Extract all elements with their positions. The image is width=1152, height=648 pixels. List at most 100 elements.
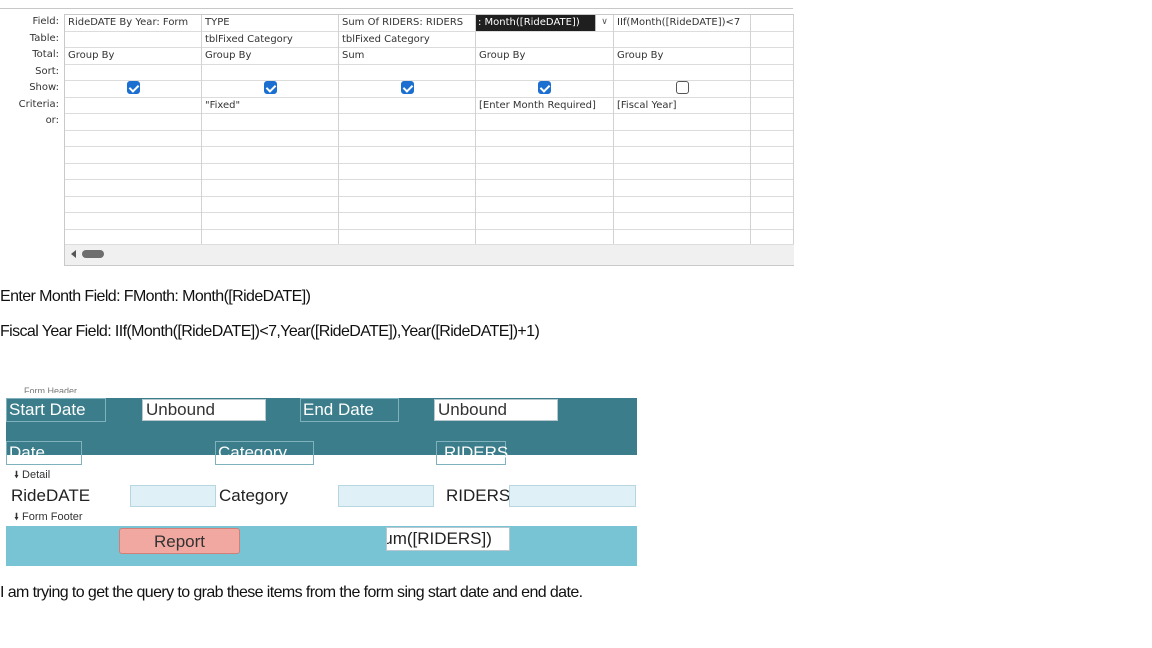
grid-cell-field[interactable]: Sum Of RIDERS: RIDERS <box>339 15 475 32</box>
grid-empty-cell[interactable] <box>476 131 613 147</box>
grid-cell-field[interactable]: IIf(Month([RideDATE])<7 <box>614 15 750 32</box>
grid-empty-cell[interactable] <box>751 131 793 147</box>
grid-empty-cell[interactable] <box>614 131 750 147</box>
show-checkbox[interactable] <box>675 81 689 94</box>
grid-cell-field[interactable]: TYPE <box>202 15 338 32</box>
grid-cell-sort[interactable] <box>202 65 338 81</box>
grid-empty-cell[interactable] <box>339 131 475 147</box>
query-column[interactable]: IIf(Month([RideDATE])<7 Group By [Fiscal Y… <box>614 15 751 246</box>
grid-empty-cell[interactable] <box>751 197 793 213</box>
grid-empty-cell[interactable] <box>339 197 475 213</box>
grid-cell-total[interactable] <box>751 48 793 65</box>
show-checkbox[interactable] <box>538 81 551 94</box>
grid-empty-cell[interactable] <box>202 131 338 147</box>
grid-empty-cell[interactable] <box>65 180 201 197</box>
grid-cell-table[interactable] <box>614 32 750 48</box>
grid-cell-or[interactable] <box>65 114 201 131</box>
grid-empty-cell[interactable] <box>751 147 793 164</box>
grid-empty-cell[interactable] <box>65 197 201 213</box>
grid-empty-cell[interactable] <box>614 197 750 213</box>
grid-cell-criteria[interactable]: [Fiscal Year] <box>614 98 750 114</box>
grid-empty-cell[interactable] <box>614 180 750 197</box>
grid-cell-total[interactable]: Group By <box>614 48 750 65</box>
riders-textbox[interactable] <box>509 485 636 507</box>
grid-empty-cell[interactable] <box>476 164 613 180</box>
grid-cell-criteria[interactable] <box>65 98 201 114</box>
grid-cell-total[interactable]: Sum <box>339 48 475 65</box>
chevron-down-icon[interactable]: ∨ <box>595 15 613 31</box>
show-checkbox[interactable] <box>400 81 414 94</box>
grid-cell-total[interactable]: Group By <box>476 48 613 65</box>
grid-cell-show[interactable] <box>614 81 750 98</box>
grid-empty-cell[interactable] <box>614 147 750 164</box>
show-checkbox[interactable] <box>126 81 140 94</box>
grid-empty-cell[interactable] <box>614 213 750 230</box>
sum-riders-textbox[interactable]: =Sum([RIDERS]) <box>386 527 510 551</box>
grid-cell-sort[interactable] <box>614 65 750 81</box>
grid-cell-or[interactable] <box>339 114 475 131</box>
grid-cell-field[interactable]: : Month([RideDATE]) ∨ <box>476 15 613 32</box>
grid-cell-or[interactable] <box>614 114 750 131</box>
grid-cell-field[interactable]: RideDATE By Year: Form <box>65 15 201 32</box>
grid-cell-sort[interactable] <box>476 65 613 81</box>
grid-empty-cell[interactable] <box>476 180 613 197</box>
grid-empty-cell[interactable] <box>476 147 613 164</box>
grid-cell-show[interactable] <box>339 81 475 98</box>
grid-empty-cell[interactable] <box>202 213 338 230</box>
grid-empty-cell[interactable] <box>202 180 338 197</box>
query-column[interactable]: TYPE tblFixed Category Group By "Fixed" <box>202 15 339 246</box>
grid-empty-cell[interactable] <box>65 131 201 147</box>
grid-empty-cell[interactable] <box>339 180 475 197</box>
grid-cell-table[interactable] <box>751 32 793 48</box>
detail-section-bar[interactable]: 🠛 Detail <box>6 467 637 483</box>
grid-empty-cell[interactable] <box>751 164 793 180</box>
grid-cell-or[interactable] <box>202 114 338 131</box>
form-footer-section-bar[interactable]: 🠛 Form Footer <box>6 509 637 525</box>
category-textbox[interactable] <box>338 485 434 507</box>
grid-cell-table[interactable]: tblFixed Category <box>339 32 475 48</box>
query-column[interactable]: : Month([RideDATE]) ∨ Group By [Enter Month… <box>476 15 614 246</box>
grid-cell-table[interactable] <box>65 32 201 48</box>
start-date-textbox[interactable]: Unbound <box>142 399 266 421</box>
grid-cell-criteria[interactable]: [Enter Month Required] <box>476 98 613 114</box>
grid-cell-sort[interactable] <box>751 65 793 81</box>
grid-cell-criteria[interactable] <box>751 98 793 114</box>
grid-empty-cell[interactable] <box>339 147 475 164</box>
end-date-textbox[interactable]: Unbound <box>434 399 558 421</box>
grid-cell-show[interactable] <box>202 81 338 98</box>
grid-empty-cell[interactable] <box>751 180 793 197</box>
grid-empty-cell[interactable] <box>476 213 613 230</box>
show-checkbox[interactable] <box>263 81 277 94</box>
grid-empty-cell[interactable] <box>65 147 201 164</box>
grid-cell-total[interactable]: Group By <box>202 48 338 65</box>
grid-empty-cell[interactable] <box>476 197 613 213</box>
grid-cell-table[interactable]: tblFixed Category <box>202 32 338 48</box>
query-column[interactable] <box>751 15 794 246</box>
grid-cell-show[interactable] <box>476 81 613 98</box>
grid-empty-cell[interactable] <box>202 147 338 164</box>
query-column[interactable]: RideDATE By Year: Form Group By <box>65 15 202 246</box>
grid-empty-cell[interactable] <box>202 197 338 213</box>
grid-empty-cell[interactable] <box>65 213 201 230</box>
report-button[interactable]: Report <box>119 528 240 554</box>
grid-empty-cell[interactable] <box>614 164 750 180</box>
grid-empty-cell[interactable] <box>339 213 475 230</box>
grid-cell-sort[interactable] <box>339 65 475 81</box>
grid-cell-sort[interactable] <box>65 65 201 81</box>
grid-empty-cell[interactable] <box>751 213 793 230</box>
ridedate-textbox[interactable] <box>130 485 216 507</box>
grid-cell-or[interactable] <box>476 114 613 131</box>
grid-empty-cell[interactable] <box>202 164 338 180</box>
scroll-left-arrow-icon[interactable] <box>71 250 76 258</box>
grid-cell-total[interactable]: Group By <box>65 48 201 65</box>
grid-empty-cell[interactable] <box>65 164 201 180</box>
grid-cell-criteria[interactable]: "Fixed" <box>202 98 338 114</box>
grid-cell-field[interactable] <box>751 15 793 32</box>
grid-cell-show[interactable] <box>65 81 201 98</box>
grid-cell-criteria[interactable] <box>339 98 475 114</box>
grid-cell-show[interactable] <box>751 81 793 98</box>
query-column[interactable]: Sum Of RIDERS: RIDERS tblFixed Category Su… <box>339 15 476 246</box>
grid-cell-table[interactable] <box>476 32 613 48</box>
grid-cell-or[interactable] <box>751 114 793 131</box>
scroll-thumb[interactable] <box>82 250 104 258</box>
